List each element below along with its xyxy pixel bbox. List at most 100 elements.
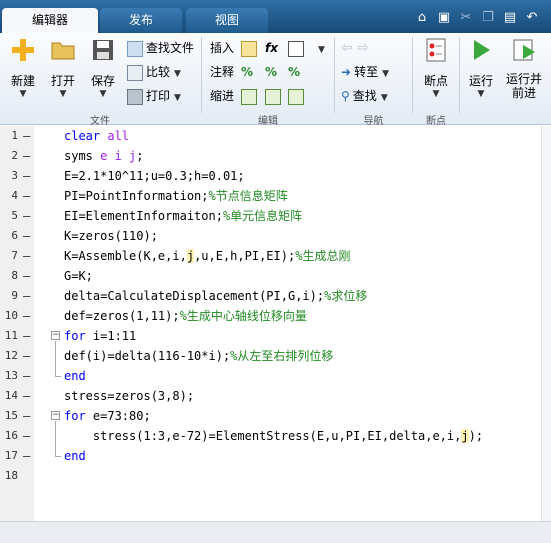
increase-indent-icon[interactable] (288, 86, 307, 106)
line-number: 7 (11, 249, 18, 262)
code-line[interactable]: 15– for e=73:80; (0, 406, 551, 426)
chevron-down-icon[interactable]: ▼ (314, 38, 325, 58)
code-text[interactable]: end (64, 366, 86, 386)
code-text[interactable]: stress=zeros(3,8); (64, 386, 194, 406)
breakpoints-button[interactable]: 断点 ▼ (416, 37, 456, 109)
smart-indent-icon[interactable] (241, 86, 260, 106)
cut-icon[interactable]: ✂ (456, 7, 476, 29)
undo-icon[interactable]: ↶ (522, 7, 542, 29)
play-icon (474, 40, 490, 60)
tab-editor[interactable]: 编辑器 (2, 8, 98, 33)
code-text[interactable]: def=zeros(1,11);%生成中心轴线位移向量 (64, 306, 307, 326)
code-line[interactable]: 14– stress=zeros(3,8); (0, 386, 551, 406)
breakpoint-marker[interactable]: – (23, 186, 30, 206)
code-line[interactable]: 18 (0, 466, 551, 486)
insert-section-icon[interactable] (241, 38, 260, 58)
uncomment-percent-icon[interactable]: % (265, 62, 277, 82)
find-label: 查找 (352, 89, 377, 103)
code-text[interactable]: def(i)=delta(116-10*i);%从左至右排列位移 (64, 346, 333, 366)
breakpoint-marker[interactable]: – (23, 426, 30, 446)
print-button[interactable]: 打印 ▼ (127, 86, 181, 106)
save-icon[interactable]: ▣ (434, 7, 454, 29)
tab-publish[interactable]: 发布 (100, 8, 182, 33)
comment-percent-icon[interactable]: % (241, 62, 253, 82)
code-text[interactable]: K=zeros(110); (64, 226, 158, 246)
code-text[interactable]: delta=CalculateDisplacement(PI,G,i);%求位移 (64, 286, 367, 306)
code-text[interactable]: for i=1:11 (64, 326, 136, 346)
breakpoint-marker[interactable]: – (23, 326, 30, 346)
line-number: 13 (4, 369, 18, 382)
code-text[interactable]: clear all (64, 126, 129, 146)
code-line[interactable]: 4– PI=PointInformation;%节点信息矩阵 (0, 186, 551, 206)
code-text[interactable]: EI=ElementInformaiton;%单元信息矩阵 (64, 206, 302, 226)
paste-icon[interactable]: ▤ (500, 7, 520, 29)
goto-button[interactable]: ➜ 转至 ▼ (341, 62, 389, 82)
breakpoint-marker[interactable]: – (23, 166, 30, 186)
code-line[interactable]: 6– K=zeros(110); (0, 226, 551, 246)
code-text[interactable]: for e=73:80; (64, 406, 151, 426)
insert-function-icon[interactable] (288, 38, 307, 58)
code-line[interactable]: 12– def(i)=delta(116-10*i);%从左至右排列位移 (0, 346, 551, 366)
code-line[interactable]: 11– for i=1:11 (0, 326, 551, 346)
new-button[interactable]: 新建 ▼ (3, 37, 43, 109)
vertical-scrollbar[interactable] (541, 126, 551, 521)
find-files-icon (127, 40, 143, 57)
open-button[interactable]: 打开 ▼ (43, 37, 83, 109)
breakpoint-marker[interactable]: – (23, 286, 30, 306)
code-text[interactable]: stress(1:3,e-72)=ElementStress(E,u,PI,EI… (64, 426, 483, 446)
find-files-button[interactable]: 查找文件 (127, 38, 194, 58)
breakpoint-marker[interactable]: – (23, 306, 30, 326)
back-icon[interactable]: ⇦ ⇨ (341, 38, 369, 58)
code-line[interactable]: 9– delta=CalculateDisplacement(PI,G,i);%求… (0, 286, 551, 306)
code-text[interactable]: syms e i j; (64, 146, 143, 166)
run-and-advance-button[interactable]: 运行并 前进 (502, 37, 546, 109)
code-text[interactable]: G=K; (64, 266, 93, 286)
code-text[interactable]: PI=PointInformation;%节点信息矩阵 (64, 186, 288, 206)
code-line[interactable]: 5– EI=ElementInformaiton;%单元信息矩阵 (0, 206, 551, 226)
code-line[interactable]: 1– clear all (0, 126, 551, 146)
horizontal-scrollbar[interactable] (0, 521, 551, 543)
code-line[interactable]: 7– K=Assemble(K,e,i,j,u,E,h,PI,EI);%生成总刚 (0, 246, 551, 266)
breakpoint-marker[interactable]: – (23, 246, 30, 266)
code-line[interactable]: 17– end (0, 446, 551, 466)
code-line[interactable]: 13– end (0, 366, 551, 386)
copy-icon[interactable]: ❐ (478, 7, 498, 29)
code-text[interactable]: end (64, 446, 86, 466)
breakpoint-marker[interactable]: – (23, 206, 30, 226)
compare-button[interactable]: 比较 ▼ (127, 62, 181, 82)
indent-button[interactable]: 缩进 (210, 86, 234, 106)
edit-group-label: 编辑 (258, 116, 278, 127)
code-line[interactable]: 8– G=K; (0, 266, 551, 286)
run-button[interactable]: 运行 ▼ (461, 37, 501, 109)
breakpoint-marker[interactable]: – (23, 386, 30, 406)
breakpoint-marker[interactable]: – (23, 346, 30, 366)
breakpoint-marker[interactable]: – (23, 126, 30, 146)
breakpoint-marker[interactable]: – (23, 146, 30, 166)
code-line[interactable]: 16– stress(1:3,e-72)=ElementStress(E,u,P… (0, 426, 551, 446)
code-editor[interactable]: 1– clear all 2– syms e i j; 3– E=2.1*10^11;u=… (0, 126, 551, 543)
decrease-indent-icon[interactable] (265, 86, 284, 106)
code-text[interactable]: K=Assemble(K,e,i,j,u,E,h,PI,EI);%生成总刚 (64, 246, 350, 266)
fold-toggle-icon[interactable]: − (51, 411, 60, 420)
line-number: 8 (11, 269, 18, 282)
code-line[interactable]: 2– syms e i j; (0, 146, 551, 166)
wrap-comment-icon[interactable]: % (288, 62, 300, 82)
breakpoint-marker[interactable]: – (23, 226, 30, 246)
breakpoint-marker[interactable]: – (23, 446, 30, 466)
comment-button[interactable]: 注释 (210, 62, 234, 82)
breakpoint-marker[interactable]: – (23, 366, 30, 386)
fx-button[interactable]: fx (265, 38, 278, 58)
find-button[interactable]: ⚲ 查找 ▼ (341, 86, 388, 106)
line-number: 11 (4, 329, 18, 342)
file-group-label: 文件 (90, 116, 110, 127)
breakpoint-marker[interactable]: – (23, 406, 30, 426)
tab-view[interactable]: 视图 (186, 8, 268, 33)
save-button[interactable]: 保存 ▼ (83, 37, 123, 109)
breakpoint-marker[interactable]: – (23, 266, 30, 286)
code-line[interactable]: 10– def=zeros(1,11);%生成中心轴线位移向量 (0, 306, 551, 326)
insert-button[interactable]: 插入 (210, 38, 234, 58)
code-text[interactable]: E=2.1*10^11;u=0.3;h=0.01; (64, 166, 245, 186)
fold-toggle-icon[interactable]: − (51, 331, 60, 340)
code-line[interactable]: 3– E=2.1*10^11;u=0.3;h=0.01; (0, 166, 551, 186)
shortcut-icon[interactable]: ⌂ (412, 7, 432, 29)
